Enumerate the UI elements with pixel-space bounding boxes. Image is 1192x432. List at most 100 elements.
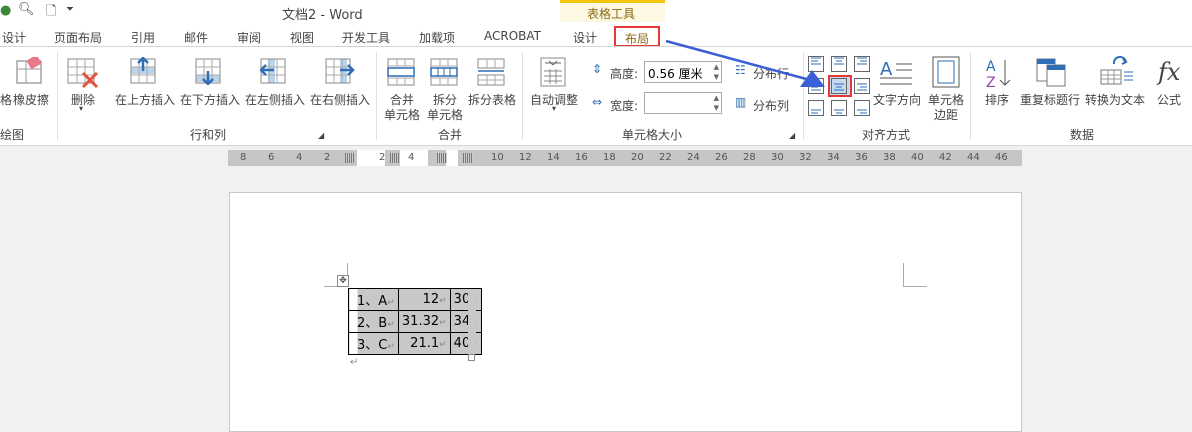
formula-icon: fx [1158,58,1181,86]
split-table-button[interactable]: 拆分表格 [468,91,516,108]
spin-down-icon[interactable]: ▼ [714,104,719,112]
tab-mailings[interactable]: 邮件 [184,29,208,46]
insert-left-button[interactable]: 在左侧插入 [245,91,305,108]
ruler-tick-label: 4 [408,152,415,163]
align-bottom-left-button[interactable] [805,97,829,119]
tab-table-design[interactable]: 设计 [573,29,597,46]
new-document-icon[interactable]: 🗋 [46,2,56,24]
sort-icon: AZ [986,59,1011,89]
column-marker[interactable] [345,153,355,163]
insert-below-icon [195,58,221,85]
ruler-tick-label: 4 [296,152,303,163]
tab-page-layout[interactable]: 页面布局 [54,29,102,46]
ruler-tick-label: 16 [575,152,588,163]
annotation-arrow [665,39,825,87]
column-marker[interactable] [390,153,400,163]
tab-acrobat[interactable]: ACROBAT [484,29,541,43]
repeat-header-button[interactable]: 重复标题行 [1020,91,1080,108]
divider [376,52,377,140]
align-bottom-center-button[interactable] [828,97,852,119]
insert-left-icon [260,58,286,84]
align-top-center-icon [831,56,847,72]
ruler-tick-label: 6 [268,152,275,163]
insert-below-button[interactable]: 在下方插入 [180,91,240,108]
table-cell[interactable]: 34↵ [449,310,482,333]
split-cells-line2[interactable]: 单元格 [427,106,463,123]
group-cell-size: 单元格大小 [622,128,683,142]
insert-right-button[interactable]: 在右侧插入 [310,91,370,108]
dialog-launcher-icon[interactable]: ◢ [789,131,795,140]
ruler-tick-label: 2 [324,152,331,163]
align-top-center-button[interactable] [828,53,852,75]
width-label: 宽度: [610,99,639,113]
column-marker[interactable] [463,153,473,163]
save-icon[interactable]: ● [0,3,11,18]
distribute-cols-button[interactable]: 分布列 [753,97,789,114]
customize-toolbar-icon[interactable]: ⏷ [66,4,74,15]
align-bottom-right-button[interactable] [851,97,875,119]
horizontal-ruler[interactable]: 8 6 4 2 2 4 10 12 14 16 18 20 22 24 26 28 30 32 34 36 38 40 42… [228,150,1022,166]
table-cell[interactable]: 21.1↵ [397,332,451,355]
tab-developer[interactable]: 开发工具 [342,29,390,46]
align-top-right-button[interactable] [851,53,875,75]
table-cell[interactable]: 12↵ [397,288,451,311]
eraser-button[interactable]: 橡皮擦 [13,91,49,108]
formula-button[interactable]: 公式 [1157,91,1181,108]
table-row: 2、B↵31.32↵34↵ [348,310,482,333]
document-table[interactable]: 1、A↵12↵30↵2、B↵31.32↵34↵3、C↵21.1↵40↵ [348,288,482,355]
ruler-tick-label: 24 [687,152,700,163]
table-cell[interactable]: 3、C↵ [348,332,399,355]
tab-addins[interactable]: 加载项 [419,29,455,46]
window-title: 文档2 - Word [282,8,363,23]
table-move-handle-icon[interactable]: ✥ [337,275,349,287]
delete-table-icon [67,58,99,89]
tab-table-layout[interactable]: 布局 [614,26,660,47]
dialog-launcher-icon[interactable]: ◢ [318,131,324,140]
align-center-right-icon [854,78,870,94]
tab-review[interactable]: 审阅 [237,29,261,46]
group-merge: 合并 [438,128,463,142]
tab-design[interactable]: 设计 [2,29,26,46]
table-cell[interactable]: 40↵ [449,332,482,355]
tab-view[interactable]: 视图 [290,29,314,46]
ruler-tick-label: 32 [799,152,812,163]
eraser-icon [16,57,42,84]
convert-to-text-button[interactable]: 转换为文本 [1085,91,1145,108]
table-resize-handle[interactable] [468,354,475,361]
cell-margins-line2[interactable]: 边距 [934,106,958,123]
align-center-right-button[interactable] [851,75,875,97]
align-bottom-center-icon [831,100,847,116]
repeat-header-icon [1036,58,1066,87]
table-cell[interactable]: 31.32↵ [397,310,451,333]
print-preview-icon[interactable]: 🔍︎ [18,2,35,17]
autofit-icon [540,57,566,87]
group-draw: 绘图 [0,128,25,142]
ruler-tick-label: 18 [603,152,616,163]
ruler-tick-label: 12 [519,152,532,163]
spin-up-icon[interactable]: ▲ [714,94,719,102]
text-direction-button[interactable]: 文字方向 [873,91,921,108]
merge-cells-line2[interactable]: 单元格 [384,106,420,123]
table-cell[interactable]: 30↵ [449,288,482,311]
chevron-down-icon[interactable]: ▾ [79,104,83,113]
cell-text: 1、A [357,294,388,309]
ruler-tick-label: 28 [743,152,756,163]
width-input[interactable]: ▲ ▼ [644,92,722,114]
insert-above-button[interactable]: 在上方插入 [115,91,175,108]
insert-above-icon [130,57,156,84]
group-rows-cols: 行和列 [190,128,227,142]
ruler-tick-label: 22 [659,152,672,163]
ruler-tick-label: 36 [855,152,868,163]
table-cell[interactable]: 1、A↵ [348,288,399,311]
chevron-down-icon[interactable]: ▾ [552,104,556,113]
sort-button[interactable]: 排序 [985,91,1009,108]
column-marker[interactable] [437,153,447,163]
cell-margins-icon [932,56,960,88]
row-height-icon: ⇕ [592,62,603,76]
tab-references[interactable]: 引用 [131,29,155,46]
ruler-tick-label: 38 [883,152,896,163]
ruler-tick-label: 34 [827,152,840,163]
align-center-center-button[interactable] [828,75,852,97]
table-cell[interactable]: 2、B↵ [348,310,399,333]
draw-table-button[interactable]: 格 [0,91,12,108]
